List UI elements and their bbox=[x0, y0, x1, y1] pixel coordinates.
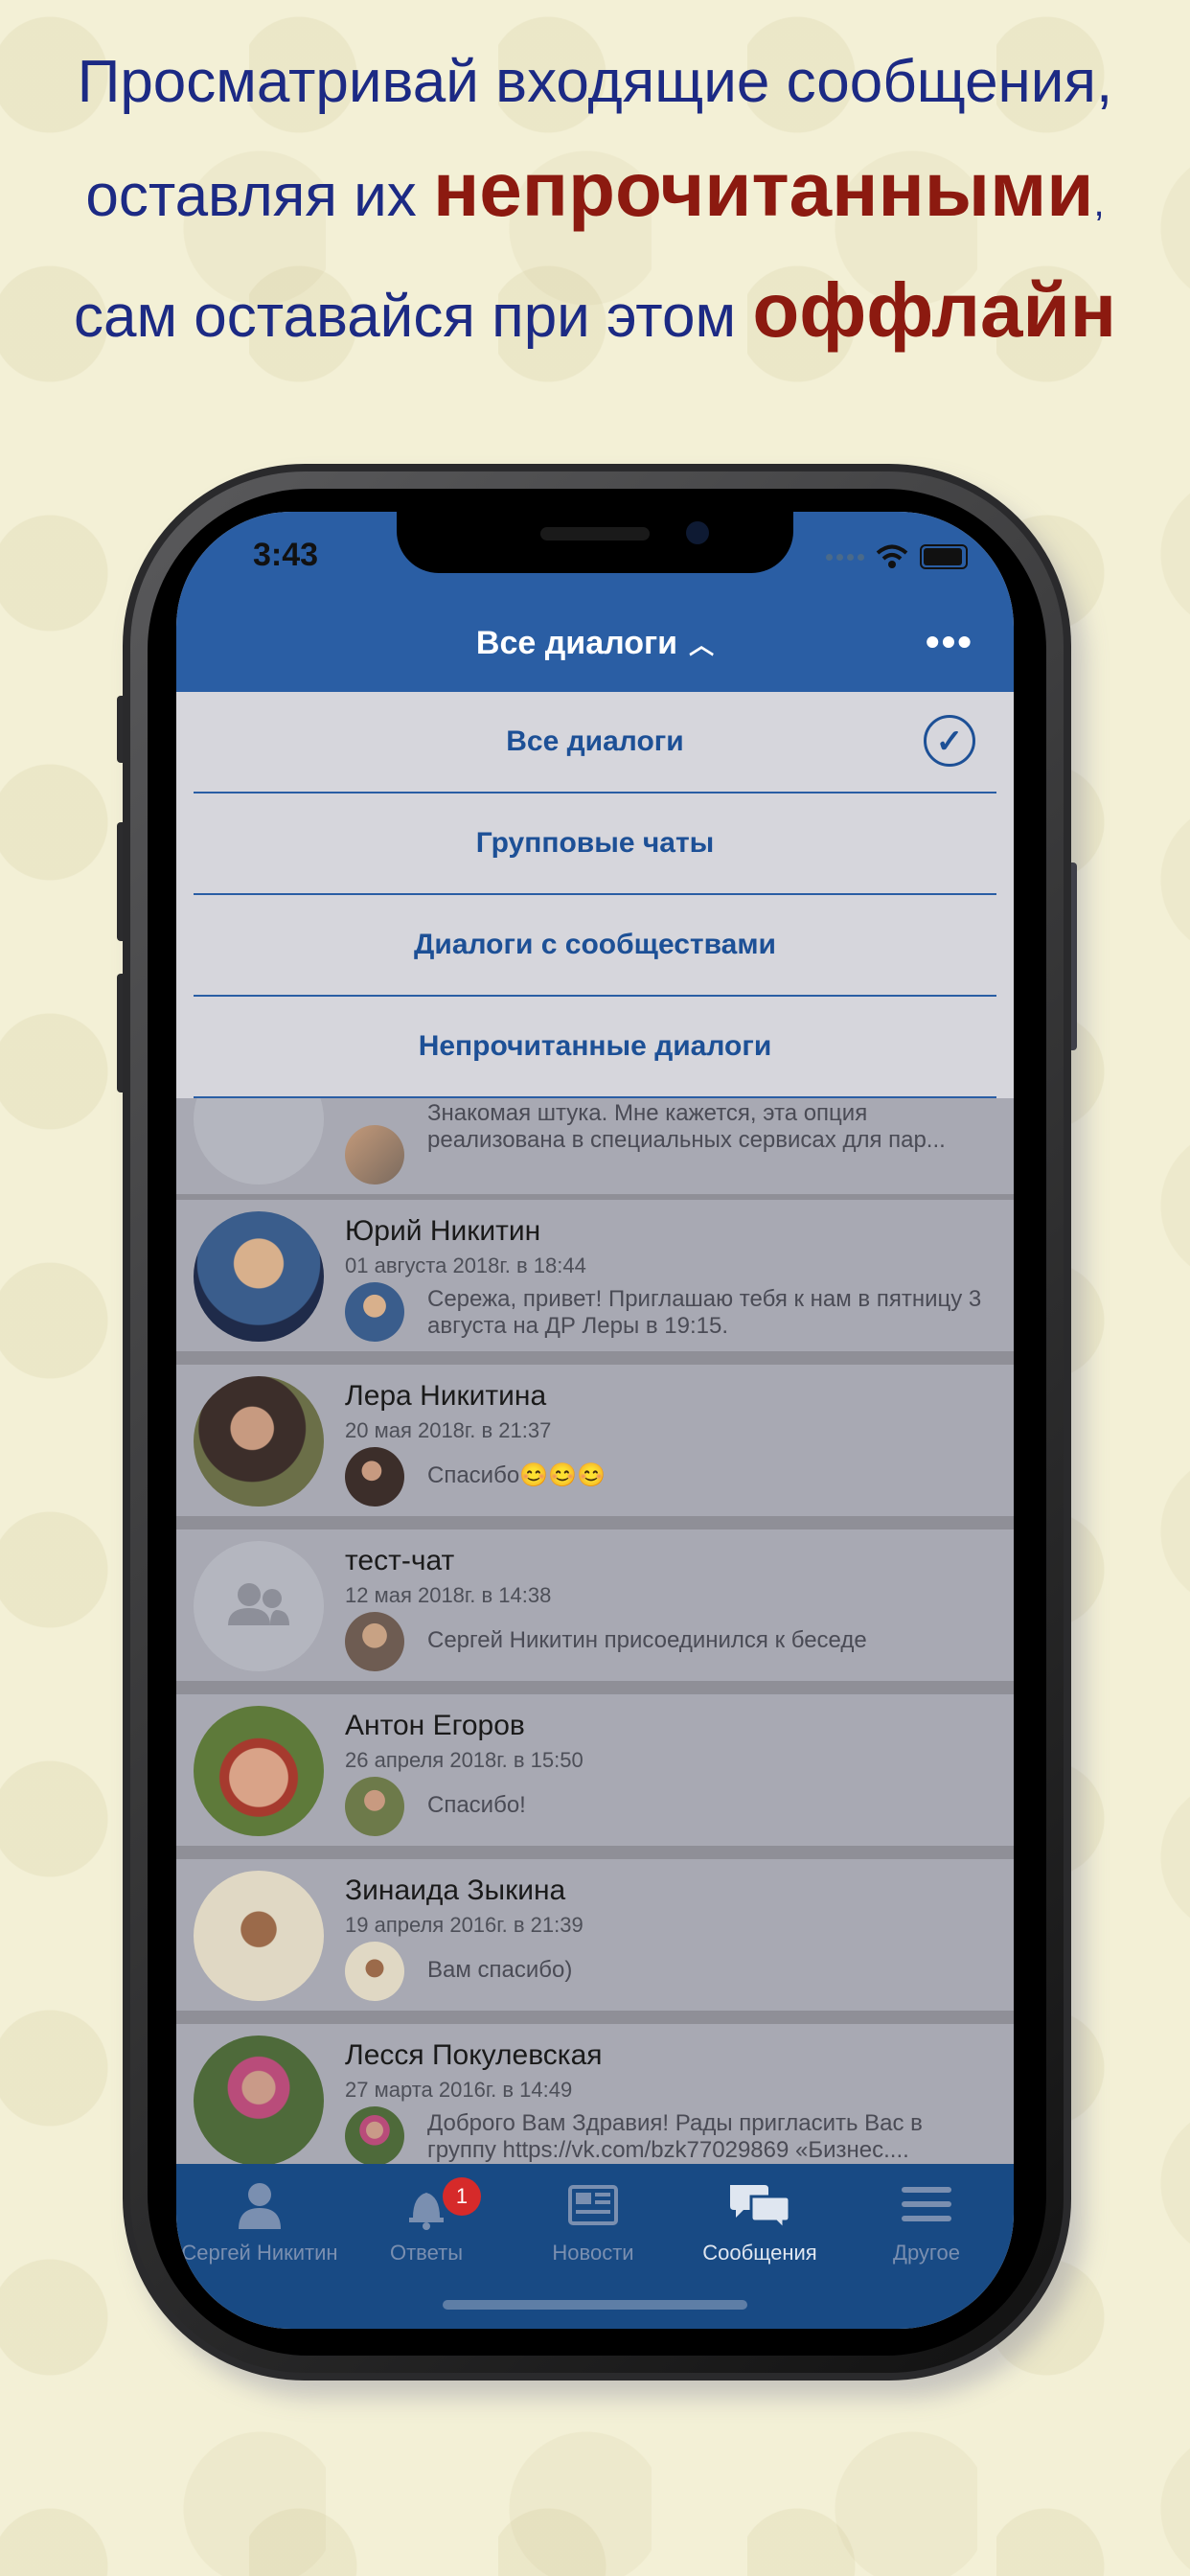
dialog-name: Антон Егоров bbox=[345, 1710, 525, 1741]
tab-replies[interactable]: 1 Ответы bbox=[343, 2177, 510, 2266]
promo-headline: Просматривай входящие сообщения, оставля… bbox=[0, 29, 1190, 371]
dialog-row[interactable]: Антон Егоров 26 апреля 2018г. в 15:50 Сп… bbox=[176, 1694, 1014, 1846]
wifi-icon bbox=[876, 544, 908, 568]
checkmark-icon: ✓ bbox=[924, 715, 975, 767]
notch bbox=[397, 512, 793, 573]
dialog-name: Лера Никитина bbox=[345, 1380, 547, 1412]
phone-screen: 3:43 Все диалоги ︿ ••• Все диалоги ✓ Груп… bbox=[176, 512, 1014, 2329]
dialog-date: 01 августа 2018г. в 18:44 bbox=[345, 1254, 586, 1277]
dialog-row[interactable]: Зинаида Зыкина 19 апреля 2016г. в 21:39 … bbox=[176, 1859, 1014, 2011]
more-dots-icon[interactable]: ••• bbox=[926, 619, 973, 665]
filter-community-dialogs-label: Диалоги с сообществами bbox=[414, 929, 776, 960]
sender-avatar bbox=[345, 2106, 404, 2164]
tab-other-label: Другое bbox=[893, 2241, 960, 2265]
signal-icon bbox=[826, 553, 864, 561]
promo-highlight-unread: непрочитанными bbox=[432, 147, 1094, 232]
tab-profile[interactable]: Сергей Никитин bbox=[176, 2177, 343, 2266]
tab-news-label: Новости bbox=[552, 2241, 634, 2265]
filter-group-chats[interactable]: Групповые чаты bbox=[194, 794, 996, 895]
avatar bbox=[194, 1098, 324, 1184]
dialog-preview: Знакомая штука. Мне кажется, эта опция р… bbox=[427, 1100, 946, 1153]
dialog-date: 19 апреля 2016г. в 21:39 bbox=[345, 1913, 584, 1937]
tab-profile-label: Сергей Никитин bbox=[181, 2241, 338, 2265]
replies-badge: 1 bbox=[443, 2177, 481, 2216]
dialog-preview: Спасибо😊😊😊 bbox=[427, 1462, 606, 1488]
battery-icon bbox=[920, 544, 968, 569]
dialog-preview: Вам спасибо) bbox=[427, 1957, 573, 1983]
dialog-preview: Сережа, привет! Приглашаю тебя к нам в п… bbox=[427, 1286, 982, 1339]
dialog-preview: Доброго Вам Здравия! Рады пригласить Вас… bbox=[427, 2110, 923, 2163]
dialog-filter-toggle[interactable]: Все диалоги ︿ bbox=[176, 625, 1014, 662]
dialog-date: 27 марта 2016г. в 14:49 bbox=[345, 2078, 573, 2102]
dialog-preview: Спасибо! bbox=[427, 1792, 526, 1818]
dialog-date: 12 мая 2018г. в 14:38 bbox=[345, 1583, 552, 1607]
sender-avatar bbox=[345, 1942, 404, 2001]
tab-other[interactable]: Другое bbox=[843, 2177, 1010, 2266]
sender-avatar bbox=[345, 1612, 404, 1671]
profile-icon bbox=[239, 2183, 281, 2229]
avatar bbox=[194, 1211, 324, 1342]
filter-all-dialogs-label: Все диалоги bbox=[506, 725, 684, 757]
dialog-preview: Сергей Никитин присоединился к беседе bbox=[427, 1627, 867, 1653]
dialog-name: Юрий Никитин bbox=[345, 1215, 541, 1247]
avatar bbox=[194, 1376, 324, 1506]
promo-line-2-suffix: , bbox=[1093, 182, 1105, 224]
promo-highlight-offline: оффлайн bbox=[752, 267, 1117, 353]
tab-replies-label: Ответы bbox=[389, 2241, 464, 2265]
dialog-date: 26 апреля 2018г. в 15:50 bbox=[345, 1748, 584, 1772]
sender-avatar bbox=[345, 1125, 404, 1184]
promo-line-1: Просматривай входящие сообщения, bbox=[77, 49, 1113, 115]
home-indicator[interactable] bbox=[443, 2300, 747, 2310]
avatar bbox=[194, 1706, 324, 1836]
filter-unread-dialogs-label: Непрочитанные диалоги bbox=[418, 1030, 772, 1062]
sender-avatar bbox=[345, 1777, 404, 1836]
avatar bbox=[194, 2036, 324, 2164]
status-time: 3:43 bbox=[253, 537, 319, 573]
dialog-name: Зинаида Зыкина bbox=[345, 1874, 566, 1906]
promo-line-3-prefix: сам оставайся при этом bbox=[73, 284, 753, 350]
dialog-list[interactable]: Знакомая штука. Мне кажется, эта опция р… bbox=[176, 1098, 1014, 2164]
filter-community-dialogs[interactable]: Диалоги с сообществами bbox=[194, 895, 996, 997]
promo-line-3: сам оставайся при этом оффлайн bbox=[0, 257, 1190, 371]
dialog-name: тест-чат bbox=[345, 1545, 455, 1576]
avatar bbox=[194, 1541, 324, 1671]
messages-icon bbox=[730, 2185, 791, 2231]
sender-avatar bbox=[345, 1447, 404, 1506]
tab-messages-label: Сообщения bbox=[702, 2241, 817, 2265]
chevron-up-icon: ︿ bbox=[689, 631, 715, 659]
dialog-row[interactable]: Юрий Никитин 01 августа 2018г. в 18:44 С… bbox=[176, 1200, 1014, 1351]
filter-group-chats-label: Групповые чаты bbox=[475, 827, 715, 859]
dialog-row[interactable]: тест-чат 12 мая 2018г. в 14:38 Сергей Ни… bbox=[176, 1530, 1014, 1681]
promo-line-2: оставляя их непрочитанными, bbox=[0, 136, 1190, 257]
promo-line-2-prefix: оставляя их bbox=[85, 163, 433, 229]
tab-news[interactable]: Новости bbox=[510, 2177, 676, 2266]
dialog-date: 20 мая 2018г. в 21:37 bbox=[345, 1418, 552, 1442]
nav-title-label: Все диалоги bbox=[475, 625, 678, 661]
filter-unread-dialogs[interactable]: Непрочитанные диалоги bbox=[194, 997, 996, 1098]
avatar bbox=[194, 1871, 324, 2001]
front-camera bbox=[686, 521, 709, 544]
dialog-row[interactable]: Знакомая штука. Мне кажется, эта опция р… bbox=[176, 1098, 1014, 1194]
dialog-name: Лесся Покулевская bbox=[345, 2039, 603, 2071]
menu-icon bbox=[902, 2187, 951, 2221]
speaker bbox=[540, 527, 650, 540]
group-chat-icon bbox=[228, 1583, 289, 1625]
dialog-filter-menu: Все диалоги ✓ Групповые чаты Диалоги с с… bbox=[176, 692, 1014, 1098]
tab-messages[interactable]: Сообщения bbox=[676, 2177, 843, 2266]
filter-all-dialogs[interactable]: Все диалоги ✓ bbox=[194, 692, 996, 794]
news-icon bbox=[568, 2185, 618, 2225]
sender-avatar bbox=[345, 1282, 404, 1342]
status-icons bbox=[826, 544, 968, 569]
dialog-row[interactable]: Лера Никитина 20 мая 2018г. в 21:37 Спас… bbox=[176, 1365, 1014, 1516]
dialog-row[interactable]: Лесся Покулевская 27 марта 2016г. в 14:4… bbox=[176, 2024, 1014, 2164]
